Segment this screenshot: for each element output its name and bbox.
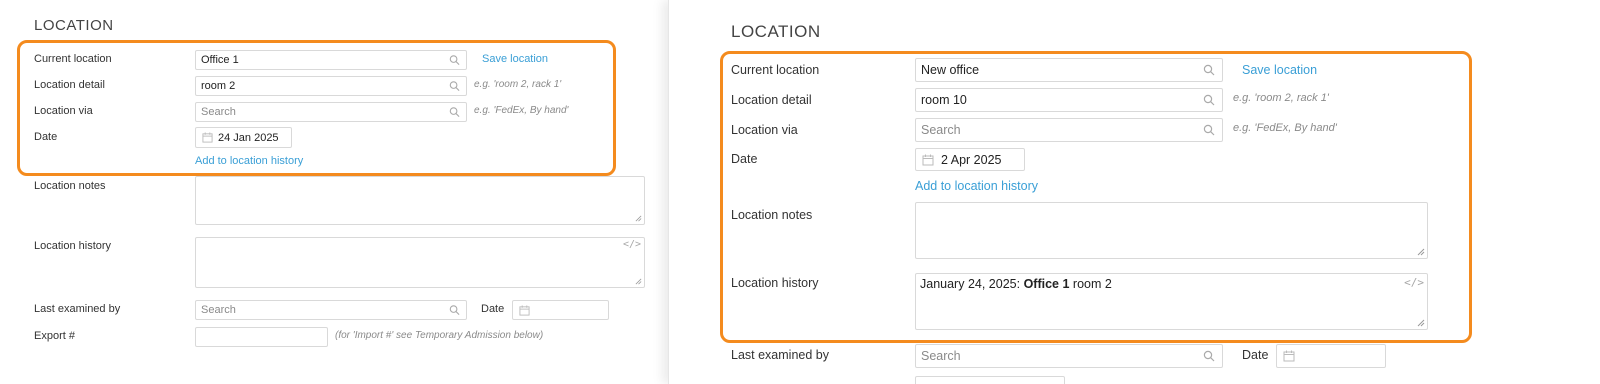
export-input[interactable] [915,376,1065,384]
section-title: LOCATION [731,22,821,41]
search-icon [449,55,460,65]
location-notes-label: Location notes [34,180,106,192]
location-via-label: Location via [34,105,93,117]
location-detail-value: room 2 [201,80,236,92]
add-to-location-history-link[interactable]: Add to location history [915,179,1038,193]
search-icon [1203,350,1215,362]
last-examined-date-input[interactable] [512,300,609,320]
current-location-input[interactable]: Office 1 [195,50,467,70]
location-history-textarea[interactable]: January 24, 2025: Office 1 room 2 </> [915,273,1428,330]
right-panel: LOCATION Current location New office Sav… [668,0,1600,384]
history-entry-date: January 24, 2025: [920,277,1021,291]
last-examined-by-input[interactable]: Search [915,344,1223,368]
last-examined-by-input[interactable]: Search [195,300,467,320]
last-examined-by-label: Last examined by [731,348,829,362]
location-via-input[interactable]: Search [915,118,1223,142]
current-location-value: New office [921,63,980,77]
calendar-icon [202,132,213,143]
export-hint: (for 'Import #' see Temporary Admission … [335,330,544,341]
current-location-label: Current location [731,63,820,77]
search-icon [449,81,460,91]
search-icon [449,107,460,117]
add-to-location-history-link[interactable]: Add to location history [195,155,303,167]
location-via-hint: e.g. 'FedEx, By hand' [1233,122,1337,134]
current-location-label: Current location [34,53,112,65]
location-history-label: Location history [34,240,112,252]
location-via-input[interactable]: Search [195,102,467,122]
date-value: 2 Apr 2025 [941,152,1002,167]
search-icon [1203,124,1215,136]
location-detail-value: room 10 [921,93,967,107]
location-detail-hint: e.g. 'room 2, rack 1' [474,79,562,90]
date-label: Date [34,131,58,143]
date-input[interactable]: 2 Apr 2025 [915,148,1025,171]
section-title: LOCATION [34,17,114,34]
code-icon[interactable]: </> [1404,276,1424,289]
history-entry-detail: room 2 [1072,277,1112,291]
last-examined-by-label: Last examined by [34,303,121,315]
calendar-icon [1283,350,1295,362]
location-notes-textarea[interactable] [915,202,1428,259]
location-via-hint: e.g. 'FedEx, By hand' [474,105,569,116]
last-examined-by-placeholder: Search [201,304,236,316]
location-notes-label: Location notes [731,208,813,222]
location-via-placeholder: Search [921,123,961,137]
resize-handle-icon[interactable] [1417,319,1425,327]
search-icon [1203,64,1215,76]
search-icon [449,305,460,315]
export-input[interactable] [195,327,328,347]
left-panel: LOCATION Current location Office 1 Save … [0,0,668,384]
history-entry-location: Office 1 [1023,277,1070,291]
last-examined-date-label: Date [481,303,505,315]
resize-handle-icon[interactable] [635,278,642,285]
location-history-entry: January 24, 2025: Office 1 room 2 [920,277,1112,291]
location-notes-textarea[interactable] [195,176,645,225]
last-examined-by-placeholder: Search [921,349,961,363]
resize-handle-icon[interactable] [635,215,642,222]
code-icon[interactable]: </> [623,239,641,250]
location-detail-label: Location detail [731,93,812,107]
current-location-value: Office 1 [201,54,239,66]
location-history-label: Location history [731,276,819,290]
location-detail-input[interactable]: room 10 [915,88,1223,112]
location-history-textarea[interactable]: </> [195,237,645,288]
location-via-label: Location via [731,123,798,137]
last-examined-date-label: Date [1242,348,1269,362]
resize-handle-icon[interactable] [1417,248,1425,256]
location-via-placeholder: Search [201,106,236,118]
calendar-icon [922,154,934,165]
save-location-link[interactable]: Save location [482,53,548,65]
search-icon [1203,94,1215,106]
export-label: Export # [34,330,75,342]
date-value: 24 Jan 2025 [218,131,279,144]
current-location-input[interactable]: New office [915,58,1223,82]
location-detail-hint: e.g. 'room 2, rack 1' [1233,92,1329,104]
save-location-link[interactable]: Save location [1242,63,1317,77]
date-input[interactable]: 24 Jan 2025 [195,127,292,148]
calendar-icon [519,304,530,316]
location-detail-input[interactable]: room 2 [195,76,467,96]
location-detail-label: Location detail [34,79,105,91]
date-label: Date [731,152,758,166]
last-examined-date-input[interactable] [1276,344,1386,368]
